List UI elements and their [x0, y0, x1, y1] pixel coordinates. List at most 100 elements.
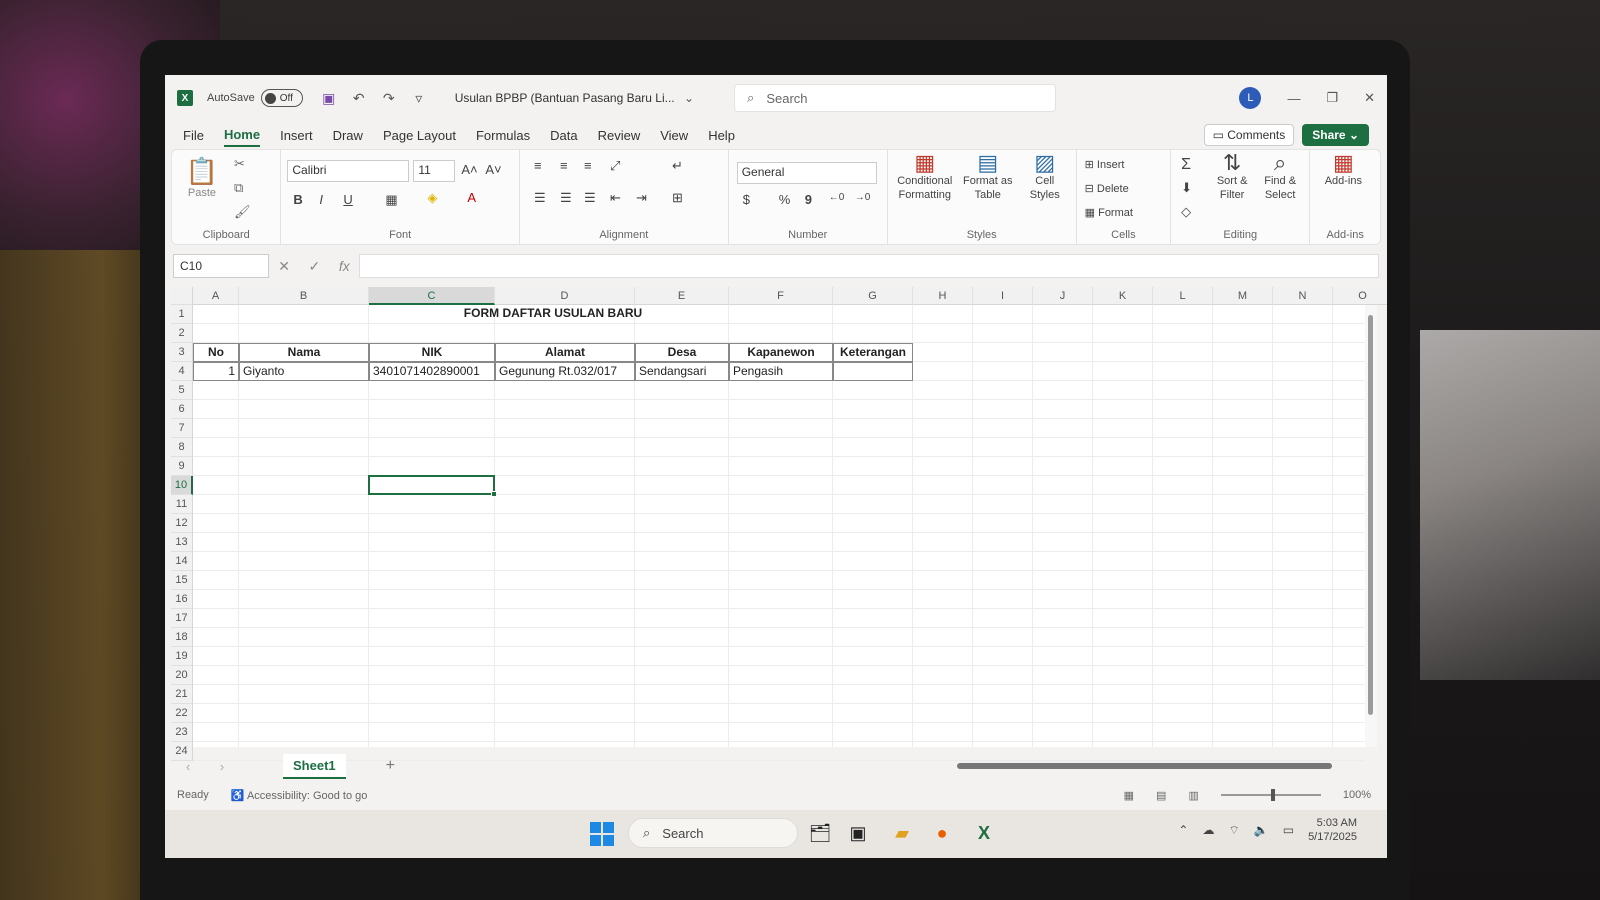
cell-styles-button[interactable]: ▨ Cell Styles	[1022, 152, 1068, 202]
fx-icon[interactable]: fx	[339, 258, 350, 275]
decrease-font-icon[interactable]: A˅	[485, 162, 501, 177]
decrease-indent-icon[interactable]: ⇤	[610, 190, 621, 206]
form-title-cell[interactable]: FORM DAFTAR USULAN BARU	[193, 306, 913, 325]
minimize-icon[interactable]: —	[1287, 91, 1300, 106]
row-header-10[interactable]: 10	[171, 476, 193, 495]
column-header-n[interactable]: N	[1273, 287, 1333, 305]
row-header-7[interactable]: 7	[171, 419, 193, 438]
volume-icon[interactable]: 🔈	[1254, 823, 1269, 837]
column-header-e[interactable]: E	[635, 287, 729, 305]
row-header-22[interactable]: 22	[171, 704, 193, 723]
zoom-level[interactable]: 100%	[1343, 789, 1371, 801]
file-explorer-icon[interactable]: ▰	[889, 820, 915, 846]
table-header-cell[interactable]: Alamat	[495, 343, 635, 362]
column-header-d[interactable]: D	[495, 287, 635, 305]
tab-review[interactable]: Review	[598, 125, 641, 146]
wifi-icon[interactable]: ⌔	[1228, 823, 1239, 838]
avatar[interactable]: L	[1239, 87, 1262, 109]
font-size-select[interactable]: 11	[413, 160, 456, 182]
wrap-text-icon[interactable]: ↵	[672, 158, 683, 174]
merge-center-icon[interactable]: ⊞	[672, 190, 683, 206]
enter-icon[interactable]: ✓	[309, 258, 321, 275]
restore-icon[interactable]: ❐	[1326, 90, 1338, 106]
delete-cells-button[interactable]: ⊟ Delete	[1085, 182, 1129, 195]
column-header-f[interactable]: F	[729, 287, 833, 305]
row-header-5[interactable]: 5	[171, 381, 193, 400]
spreadsheet-grid[interactable]: A B C D E F G H I J K L M N O 1 2 3 4 5 6 7 8 9 10 11 12 13 14 15 16 17…	[171, 287, 1387, 761]
row-header-12[interactable]: 12	[171, 514, 193, 533]
page-layout-view-icon[interactable]: ▤	[1156, 789, 1166, 802]
select-all-corner[interactable]	[171, 287, 193, 305]
increase-indent-icon[interactable]: ⇥	[636, 190, 647, 206]
close-icon[interactable]: ✕	[1364, 90, 1375, 106]
format-as-table-button[interactable]: ▤ Format as Table	[958, 152, 1018, 202]
table-header-cell[interactable]: NIK	[369, 343, 495, 362]
align-left-icon[interactable]: ☰	[534, 190, 546, 206]
redo-icon[interactable]: ↷	[377, 90, 401, 107]
table-header-cell[interactable]: Keterangan	[833, 343, 913, 362]
row-header-14[interactable]: 14	[171, 552, 193, 571]
row-header-15[interactable]: 15	[171, 571, 193, 590]
clear-icon[interactable]: ◇	[1181, 204, 1191, 220]
addins-button[interactable]: ▦ Add-ins	[1318, 152, 1368, 188]
tab-help[interactable]: Help	[708, 125, 735, 146]
table-cell[interactable]	[833, 362, 913, 381]
orientation-icon[interactable]: ⤢	[610, 158, 620, 174]
cancel-icon[interactable]: ✕	[278, 258, 290, 275]
autosave-toggle[interactable]: Off	[260, 89, 303, 107]
save-icon[interactable]: ▣	[317, 90, 341, 107]
row-header-17[interactable]: 17	[171, 609, 193, 628]
percent-icon[interactable]: %	[779, 192, 791, 207]
tab-home[interactable]: Home	[223, 124, 261, 147]
row-header-9[interactable]: 9	[171, 457, 193, 476]
zoom-slider[interactable]	[1220, 789, 1321, 801]
table-cell[interactable]: Giyanto	[239, 362, 369, 381]
row-header-20[interactable]: 20	[171, 666, 193, 685]
align-bottom-icon[interactable]: ≡	[584, 158, 592, 173]
tab-page-layout[interactable]: Page Layout	[383, 125, 456, 146]
table-header-cell[interactable]: No	[193, 343, 239, 362]
table-cell[interactable]: Gegunung Rt.032/017	[495, 362, 635, 381]
autosum-icon[interactable]: Σ	[1181, 156, 1191, 174]
search-input[interactable]: ⌕ Search	[734, 84, 1057, 112]
share-button[interactable]: Share ⌄	[1302, 124, 1369, 146]
column-header-m[interactable]: M	[1213, 287, 1273, 305]
column-header-a[interactable]: A	[193, 287, 239, 305]
row-header-11[interactable]: 11	[171, 495, 193, 514]
paste-button[interactable]: 📋 Paste	[182, 156, 222, 199]
insert-cells-button[interactable]: ⊞ Insert	[1085, 158, 1125, 171]
underline-icon[interactable]: U	[343, 192, 352, 207]
row-header-8[interactable]: 8	[171, 438, 193, 457]
align-middle-icon[interactable]: ≡	[560, 158, 568, 173]
next-sheet-icon[interactable]: ›	[205, 759, 239, 774]
italic-icon[interactable]: I	[319, 192, 323, 207]
row-header-19[interactable]: 19	[171, 647, 193, 666]
row-header-18[interactable]: 18	[171, 628, 193, 647]
normal-view-icon[interactable]: ▦	[1124, 789, 1134, 802]
align-top-icon[interactable]: ≡	[534, 158, 542, 173]
tab-formulas[interactable]: Formulas	[476, 125, 530, 146]
format-cells-button[interactable]: ▦ Format	[1085, 206, 1133, 219]
battery-icon[interactable]: ▭	[1283, 823, 1294, 837]
font-color-icon[interactable]: A	[467, 190, 476, 205]
sort-filter-button[interactable]: ⇅ Sort & Filter	[1209, 152, 1255, 202]
align-right-icon[interactable]: ☰	[584, 190, 596, 206]
tab-data[interactable]: Data	[550, 125, 577, 146]
cut-icon[interactable]: ✂	[234, 156, 245, 172]
column-header-j[interactable]: J	[1033, 287, 1093, 305]
format-painter-icon[interactable]: 🖌	[234, 204, 251, 220]
vertical-scrollbar[interactable]	[1365, 305, 1377, 747]
column-header-h[interactable]: H	[913, 287, 973, 305]
widgets-icon[interactable]: 🗂	[807, 820, 833, 846]
table-cell[interactable]: Pengasih	[729, 362, 833, 381]
number-format-select[interactable]: General	[736, 162, 877, 184]
font-family-select[interactable]: Calibri	[287, 160, 410, 182]
tab-insert[interactable]: Insert	[280, 125, 313, 146]
row-header-13[interactable]: 13	[171, 533, 193, 552]
zoom-knob[interactable]	[1270, 789, 1275, 801]
borders-icon[interactable]: ▦	[385, 192, 397, 208]
column-header-k[interactable]: K	[1093, 287, 1153, 305]
currency-icon[interactable]: $	[743, 192, 750, 207]
fill-handle[interactable]	[491, 491, 497, 497]
tab-view[interactable]: View	[660, 125, 688, 146]
